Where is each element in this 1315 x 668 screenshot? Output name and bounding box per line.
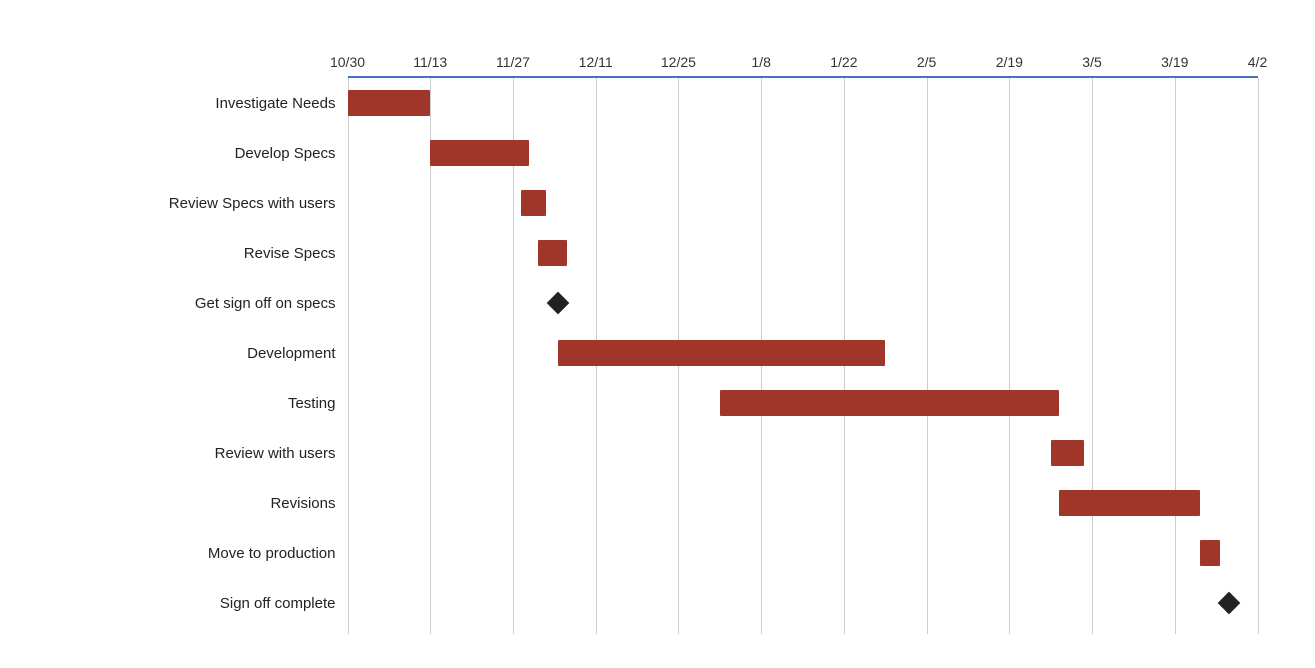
chart-container: Investigate NeedsDevelop SpecsReview Spe… xyxy=(18,14,1298,654)
date-label-7: 2/5 xyxy=(917,54,936,70)
task-label-7: Review with users xyxy=(28,428,348,478)
labels-column: Investigate NeedsDevelop SpecsReview Spe… xyxy=(28,34,348,634)
task-bar-2 xyxy=(521,190,546,216)
task-label-3: Revise Specs xyxy=(28,228,348,278)
gantt-row-10 xyxy=(348,578,1258,628)
task-bar-9 xyxy=(1200,540,1221,566)
task-label-2: Review Specs with users xyxy=(28,178,348,228)
gantt-rows xyxy=(348,78,1258,634)
gantt-row-0 xyxy=(348,78,1258,128)
task-label-10: Sign off complete xyxy=(28,578,348,628)
task-diamond-4 xyxy=(547,292,570,315)
gantt-area: 10/3011/1311/2712/1112/251/81/222/52/193… xyxy=(348,34,1258,634)
date-label-11: 4/2 xyxy=(1248,54,1267,70)
task-bar-6 xyxy=(720,390,1059,416)
gantt-row-2 xyxy=(348,178,1258,228)
gantt-row-1 xyxy=(348,128,1258,178)
task-bar-8 xyxy=(1059,490,1200,516)
gantt-row-3 xyxy=(348,228,1258,278)
gantt-row-7 xyxy=(348,428,1258,478)
date-label-1: 11/13 xyxy=(413,54,447,70)
task-label-1: Develop Specs xyxy=(28,128,348,178)
task-bar-1 xyxy=(430,140,529,166)
date-header: 10/3011/1311/2712/1112/251/81/222/52/193… xyxy=(348,34,1258,78)
date-label-5: 1/8 xyxy=(751,54,770,70)
date-label-0: 10/30 xyxy=(330,54,365,70)
chart-inner: Investigate NeedsDevelop SpecsReview Spe… xyxy=(28,34,1258,634)
date-label-8: 2/19 xyxy=(996,54,1023,70)
task-bar-7 xyxy=(1051,440,1084,466)
gantt-row-6 xyxy=(348,378,1258,428)
date-label-10: 3/19 xyxy=(1161,54,1188,70)
task-bar-5 xyxy=(558,340,885,366)
task-diamond-10 xyxy=(1217,592,1240,615)
date-label-2: 11/27 xyxy=(496,54,530,70)
task-bar-0 xyxy=(348,90,431,116)
task-label-9: Move to production xyxy=(28,528,348,578)
gantt-row-5 xyxy=(348,328,1258,378)
task-label-5: Development xyxy=(28,328,348,378)
date-label-4: 12/25 xyxy=(661,54,696,70)
grid-line-11 xyxy=(1258,78,1259,634)
gantt-row-8 xyxy=(348,478,1258,528)
gantt-row-4 xyxy=(348,278,1258,328)
task-bar-3 xyxy=(538,240,567,266)
date-label-6: 1/22 xyxy=(830,54,857,70)
date-label-9: 3/5 xyxy=(1082,54,1101,70)
date-label-3: 12/11 xyxy=(579,54,613,70)
task-label-4: Get sign off on specs xyxy=(28,278,348,328)
gantt-row-9 xyxy=(348,528,1258,578)
task-label-8: Revisions xyxy=(28,478,348,528)
task-label-0: Investigate Needs xyxy=(28,78,348,128)
task-label-6: Testing xyxy=(28,378,348,428)
